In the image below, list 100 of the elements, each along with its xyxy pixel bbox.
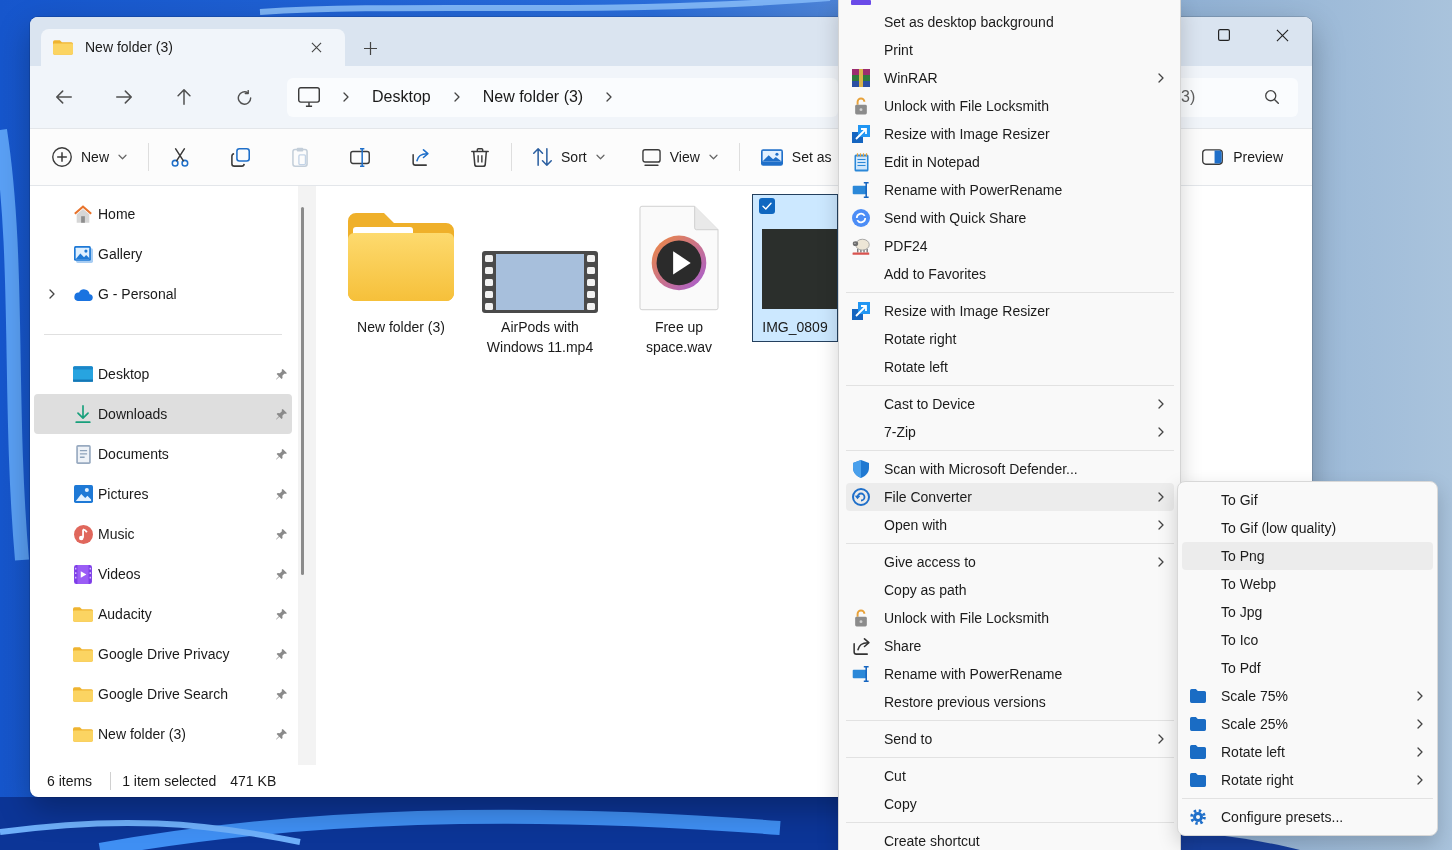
sort-arrows-icon: [533, 148, 552, 166]
menu-item[interactable]: Set as desktop background: [846, 8, 1174, 36]
plus-icon: [363, 41, 377, 55]
menu-item[interactable]: Cut: [846, 762, 1174, 790]
menu-item[interactable]: Restore previous versions: [846, 688, 1174, 716]
sidebar-item[interactable]: Downloads: [34, 394, 292, 434]
scrollbar-thumb[interactable]: [301, 207, 304, 575]
view-button[interactable]: View: [631, 137, 728, 177]
menu-item[interactable]: Rotate right: [846, 325, 1174, 353]
padlock-icon: [854, 97, 868, 115]
sidebar-item[interactable]: Music: [34, 514, 292, 554]
music-note-icon: [73, 524, 93, 544]
sidebar-item[interactable]: Desktop: [34, 354, 292, 394]
document-icon: [75, 444, 91, 464]
menu-item[interactable]: 7-Zip: [846, 418, 1174, 446]
cloud-icon: [73, 287, 93, 301]
menu-item[interactable]: Send to: [846, 725, 1174, 753]
sidebar-item[interactable]: Videos: [34, 554, 292, 594]
menu-item[interactable]: Cast to Device: [846, 390, 1174, 418]
screen-icon: [641, 148, 661, 166]
chevron-right-icon: [453, 92, 460, 102]
folder-icon: [1190, 745, 1206, 759]
menu-item[interactable]: To Pdf: [1182, 654, 1433, 682]
menu-item[interactable]: To Jpg: [1182, 598, 1433, 626]
menu-item[interactable]: Share: [846, 632, 1174, 660]
sidebar-item[interactable]: Google Drive Privacy: [34, 634, 292, 674]
selection-info: 1 item selected: [122, 771, 217, 791]
menu-item[interactable]: To Png: [1182, 542, 1433, 570]
refresh-icon: [236, 89, 252, 105]
breadcrumb-item[interactable]: New folder (3): [482, 85, 584, 109]
search-field[interactable]: 3): [1181, 77, 1298, 117]
menu-item[interactable]: Rename with PowerRename: [846, 176, 1174, 204]
menu-item[interactable]: Resize with Image Resizer: [846, 297, 1174, 325]
file-size: 471 KB: [230, 771, 277, 791]
menu-item[interactable]: Print: [846, 36, 1174, 64]
new-button[interactable]: New: [42, 137, 137, 177]
sidebar-item[interactable]: Home: [34, 194, 292, 234]
menu-item[interactable]: Rename with PowerRename: [846, 660, 1174, 688]
share-icon: [852, 637, 870, 655]
checkbox[interactable]: [759, 198, 775, 214]
sidebar-item[interactable]: Pictures: [34, 474, 292, 514]
menu-item[interactable]: Create shortcut: [846, 827, 1174, 850]
gear-icon: [1190, 809, 1206, 825]
plus-circle-icon: [52, 147, 72, 167]
set-background-button[interactable]: Set as: [750, 137, 834, 177]
text-cursor-icon: [852, 182, 870, 198]
sidebar-item[interactable]: Google Drive Search: [34, 674, 292, 714]
sort-button[interactable]: Sort: [523, 137, 615, 177]
menu-item[interactable]: Scale 25%: [1182, 710, 1433, 738]
menu-item[interactable]: Copy: [846, 790, 1174, 818]
breadcrumb-item[interactable]: Desktop: [372, 85, 431, 109]
sidebar-item[interactable]: Gallery: [34, 234, 292, 274]
menu-item[interactable]: Rotate left: [1182, 738, 1433, 766]
menu-item[interactable]: Resize with Image Resizer: [846, 120, 1174, 148]
file-item[interactable]: Free up space.wav: [613, 194, 745, 362]
file-item[interactable]: New folder (3): [335, 194, 467, 342]
sidebar-item[interactable]: G - Personal: [34, 274, 292, 314]
download-icon: [75, 405, 91, 423]
trash-icon: [471, 147, 489, 167]
padlock-icon: [854, 609, 868, 627]
menu-item[interactable]: To Ico: [1182, 626, 1433, 654]
picture-icon: [73, 485, 93, 503]
menu-item[interactable]: Send with Quick Share: [846, 204, 1174, 232]
menu-item[interactable]: Edit in Notepad: [846, 148, 1174, 176]
file-item[interactable]: AirPods with Windows 11.mp4: [474, 194, 606, 362]
arrow-up-icon: [177, 89, 191, 105]
sidebar-item[interactable]: Documents: [34, 434, 292, 474]
menu-item[interactable]: Scale 75%: [1182, 682, 1433, 710]
folder-icon: [73, 726, 93, 742]
menu-item[interactable]: Give access to: [846, 548, 1174, 576]
menu-item[interactable]: WinRAR: [846, 64, 1174, 92]
menu-item[interactable]: To Gif (low quality): [1182, 514, 1433, 542]
address-bar[interactable]: Desktop New folder (3): [287, 77, 838, 117]
menu-item[interactable]: Rotate right: [1182, 766, 1433, 794]
resize-icon: [852, 302, 870, 320]
preview-button[interactable]: Preview: [1192, 137, 1293, 177]
menu-item[interactable]: Scan with Microsoft Defender...: [846, 455, 1174, 483]
menu-item[interactable]: Copy as path: [846, 576, 1174, 604]
close-icon: [310, 42, 322, 53]
tab[interactable]: New folder (3): [41, 29, 345, 66]
copy-icon: [230, 147, 250, 167]
resize-icon: [852, 125, 870, 143]
menu-item[interactable]: Unlock with File Locksmith: [846, 92, 1174, 120]
menu-item[interactable]: Rotate left: [846, 353, 1174, 381]
image-icon: [760, 148, 783, 166]
menu-item[interactable]: Unlock with File Locksmith: [846, 604, 1174, 632]
menu-item[interactable]: File Converter: [846, 483, 1174, 511]
shield-icon: [853, 460, 869, 478]
file-item[interactable]: IMG_0809: [752, 194, 838, 342]
folder-icon: [73, 686, 93, 702]
menu-item[interactable]: Open with: [846, 511, 1174, 539]
menu-item[interactable]: PDF24: [846, 232, 1174, 260]
menu-item[interactable]: Add to Favorites: [846, 260, 1174, 288]
sidebar-item[interactable]: New folder (3): [34, 714, 292, 754]
menu-item[interactable]: Configure presets...: [1182, 803, 1433, 831]
sidebar-item[interactable]: Audacity: [34, 594, 292, 634]
notepad-icon: [853, 152, 869, 172]
menu-item[interactable]: To Webp: [1182, 570, 1433, 598]
menu-item[interactable]: To Gif: [1182, 486, 1433, 514]
circle-arrows-icon: [852, 209, 870, 227]
